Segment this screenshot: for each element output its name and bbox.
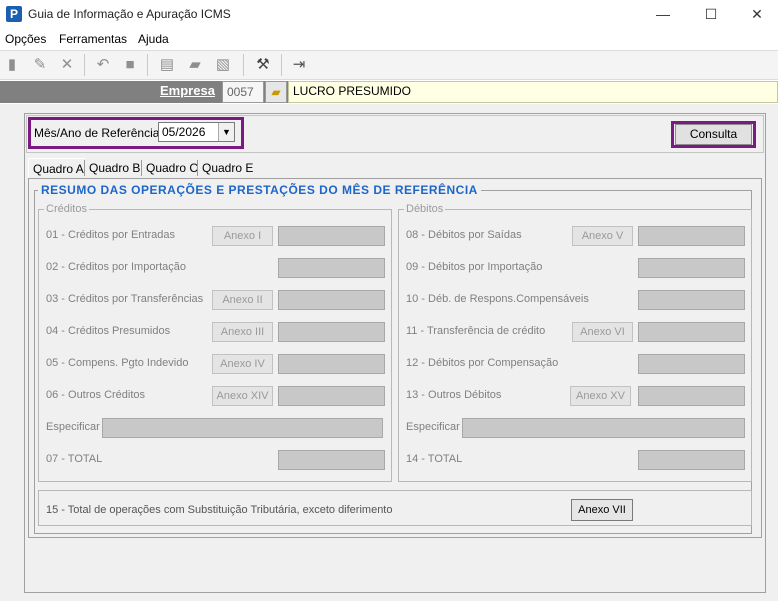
debit-value-field[interactable] xyxy=(638,258,745,278)
anexo-iv-button[interactable]: Anexo IV xyxy=(212,354,273,374)
creditos-especificar-field[interactable] xyxy=(102,418,383,438)
credit-value-field[interactable] xyxy=(278,226,385,246)
close-button[interactable]: ✕ xyxy=(734,0,778,28)
tools-icon[interactable]: ⚒ xyxy=(253,55,273,75)
credit-row-label: 01 - Créditos por Entradas xyxy=(46,229,176,241)
edit-icon[interactable]: ✎ xyxy=(30,55,50,75)
creditos-group xyxy=(38,209,392,482)
credit-row-label: 06 - Outros Créditos xyxy=(46,389,146,401)
tab-quadro-a[interactable]: Quadro A xyxy=(28,158,89,178)
toolbar-separator xyxy=(147,54,148,76)
debit-value-field[interactable] xyxy=(638,226,745,246)
debit-row-label: 08 - Débitos por Saídas xyxy=(406,229,522,241)
debit-value-field[interactable] xyxy=(638,354,745,374)
empresa-label: Empresa xyxy=(160,83,215,98)
credit-row-label: 04 - Créditos Presumidos xyxy=(46,325,171,337)
section-title: RESUMO DAS OPERAÇÕES E PRESTAÇÕES DO MÊS… xyxy=(38,183,481,197)
app-logo-icon: P xyxy=(6,6,22,22)
doc-icon[interactable]: ▤ xyxy=(157,55,177,75)
creditos-title: Créditos xyxy=(44,203,89,215)
exit-icon[interactable]: ⇥ xyxy=(289,55,309,75)
anexo-xiv-button[interactable]: Anexo XIV xyxy=(212,386,273,406)
debit-value-field[interactable] xyxy=(638,290,745,310)
maximize-button[interactable]: ☐ xyxy=(688,0,734,28)
empresa-code-field[interactable]: 0057 xyxy=(222,81,264,103)
credit-total-field[interactable] xyxy=(278,450,385,470)
credit-row-label: 05 - Compens. Pgto Indevido xyxy=(46,357,189,369)
especificar-label: Especificar xyxy=(46,421,100,433)
credit-row-label: 03 - Créditos por Transferências xyxy=(46,293,204,305)
anexo-v-button[interactable]: Anexo V xyxy=(572,226,633,246)
debit-value-field[interactable] xyxy=(638,386,745,406)
anexo-vi-button[interactable]: Anexo VI xyxy=(572,322,633,342)
debit-row-label: 13 - Outros Débitos xyxy=(406,389,502,401)
toolbar xyxy=(0,50,778,80)
menu-ferramentas[interactable]: Ferramentas xyxy=(59,32,127,46)
debit-row-label: 12 - Débitos por Compensação xyxy=(406,357,559,369)
credit-value-field[interactable] xyxy=(278,258,385,278)
new-icon[interactable]: ▮ xyxy=(2,55,22,75)
anexo-ii-button[interactable]: Anexo II xyxy=(212,290,273,310)
delete-icon[interactable]: ✕ xyxy=(57,55,77,75)
credit-value-field[interactable] xyxy=(278,322,385,342)
reference-label: Mês/Ano de Referência xyxy=(34,126,160,140)
credit-value-field[interactable] xyxy=(278,386,385,406)
stop-icon[interactable]: ■ xyxy=(120,55,140,75)
open-folder-icon[interactable]: ▰ xyxy=(265,81,287,103)
debitos-group xyxy=(398,209,752,482)
menu-opcoes[interactable]: Opções xyxy=(5,32,46,46)
anexo-i-button[interactable]: Anexo I xyxy=(212,226,273,246)
credit-total-label: 07 - TOTAL xyxy=(46,453,103,465)
debit-total-field[interactable] xyxy=(638,450,745,470)
print-icon[interactable]: ▰ xyxy=(185,55,205,75)
debit-row-label: 09 - Débitos por Importação xyxy=(406,261,543,273)
toolbar-separator xyxy=(84,54,85,76)
anexo-xv-button[interactable]: Anexo XV xyxy=(570,386,631,406)
empresa-name-field: LUCRO PRESUMIDO xyxy=(288,81,778,103)
debitos-especificar-field[interactable] xyxy=(462,418,745,438)
toolbar-separator xyxy=(281,54,282,76)
credit-value-field[interactable] xyxy=(278,290,385,310)
debit-row-label: 10 - Déb. de Respons.Compensáveis xyxy=(406,293,589,305)
tab-quadro-b[interactable]: Quadro B xyxy=(85,158,145,178)
anexo-vii-button[interactable]: Anexo VII xyxy=(571,499,633,521)
minimize-button[interactable]: — xyxy=(640,0,686,28)
tab-quadro-c[interactable]: Quadro C xyxy=(142,158,203,178)
anexo-iii-button[interactable]: Anexo III xyxy=(212,322,273,342)
chevron-down-icon[interactable]: ▼ xyxy=(218,123,234,141)
credit-row-label: 02 - Créditos por Importação xyxy=(46,261,187,273)
consulta-button[interactable]: Consulta xyxy=(675,124,752,145)
undo-icon[interactable]: ↶ xyxy=(93,55,113,75)
especificar-label: Especificar xyxy=(406,421,460,433)
debit-total-label: 14 - TOTAL xyxy=(406,453,463,465)
tab-quadro-e[interactable]: Quadro E xyxy=(198,158,258,178)
menu-ajuda[interactable]: Ajuda xyxy=(138,32,169,46)
substituicao-label: 15 - Total de operações com Substituição… xyxy=(46,504,393,516)
window-title: Guia de Informação e Apuração ICMS xyxy=(28,7,231,21)
debitos-title: Débitos xyxy=(404,203,446,215)
export-icon[interactable]: ▧ xyxy=(213,55,233,75)
debit-row-label: 11 - Transferência de crédito xyxy=(406,325,546,337)
debit-value-field[interactable] xyxy=(638,322,745,342)
credit-value-field[interactable] xyxy=(278,354,385,374)
toolbar-separator xyxy=(243,54,244,76)
